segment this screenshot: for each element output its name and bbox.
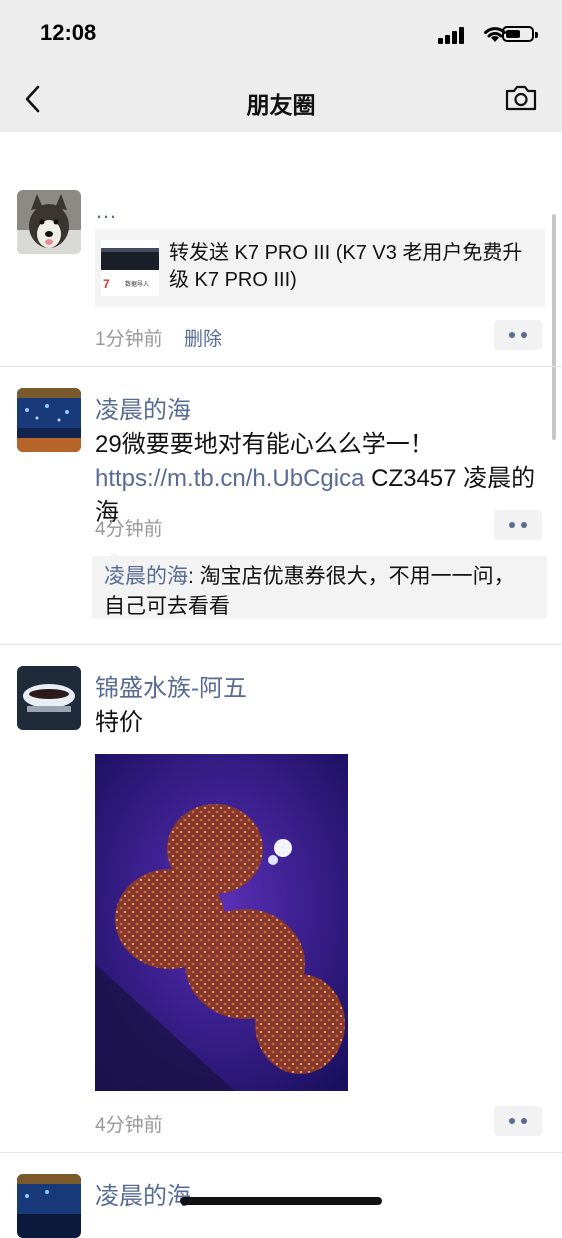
top-bar: 12:08 朋友圈: [0, 0, 562, 132]
camera-icon[interactable]: [504, 84, 538, 112]
shared-link-card[interactable]: 7 数据导入 转发送 K7 PRO III (K7 V3 老用户免费升级 K7 …: [95, 230, 545, 306]
more-actions-button[interactable]: [494, 1106, 542, 1136]
moment-post: … 7 数据导入 转发送 K7 PRO III (K7 V3 老用户免费升级 K…: [0, 166, 562, 367]
comment-box: 凌晨的海: 淘宝店优惠券很大，不用一一问，自己可去看看: [92, 552, 547, 618]
post-time: 4分钟前: [95, 1115, 163, 1136]
comment-author[interactable]: 凌晨的海: [104, 565, 188, 588]
more-actions-button[interactable]: [494, 510, 542, 540]
thumb-caption: 数据导入: [125, 280, 149, 288]
moment-post: 凌晨的海: [0, 1152, 562, 1238]
post-time: 4分钟前: [95, 519, 163, 540]
more-actions-button[interactable]: [494, 320, 542, 350]
page-title: 朋友圈: [246, 92, 316, 118]
avatar[interactable]: [17, 190, 81, 254]
post-author[interactable]: 锦盛水族-阿五: [95, 668, 247, 703]
post-author[interactable]: 凌晨的海: [95, 1176, 191, 1211]
post-author[interactable]: 凌晨的海: [95, 390, 191, 425]
avatar[interactable]: [17, 666, 81, 730]
post-text: 特价: [95, 709, 143, 736]
share-title: 转发送 K7 PRO III (K7 V3 老用户免费升级 K7 PRO III…: [169, 242, 523, 291]
avatar[interactable]: [17, 1174, 81, 1238]
moment-post: 锦盛水族-阿五 特价 4分钟前: [0, 644, 562, 1153]
signal-icon: [438, 26, 466, 44]
post-author[interactable]: …: [95, 198, 117, 224]
share-thumbnail: 7 数据导入: [101, 240, 159, 296]
svg-text:7: 7: [103, 277, 110, 291]
status-time: 12:08: [40, 20, 97, 45]
battery-icon: [502, 26, 538, 42]
post-time: 1分钟前: [95, 329, 163, 350]
home-indicator[interactable]: [180, 1197, 382, 1205]
moment-post: 凌晨的海 29微要要地对有能心么么学一！ https://m.tb.cn/h.U…: [0, 366, 562, 645]
delete-link[interactable]: 删除: [184, 324, 222, 351]
post-text-body: 29微要要地对有能心么么学一！: [95, 431, 434, 458]
post-link[interactable]: https://m.tb.cn/h.UbCgica: [95, 465, 364, 492]
post-photo[interactable]: [95, 754, 348, 1091]
avatar[interactable]: [17, 388, 81, 452]
